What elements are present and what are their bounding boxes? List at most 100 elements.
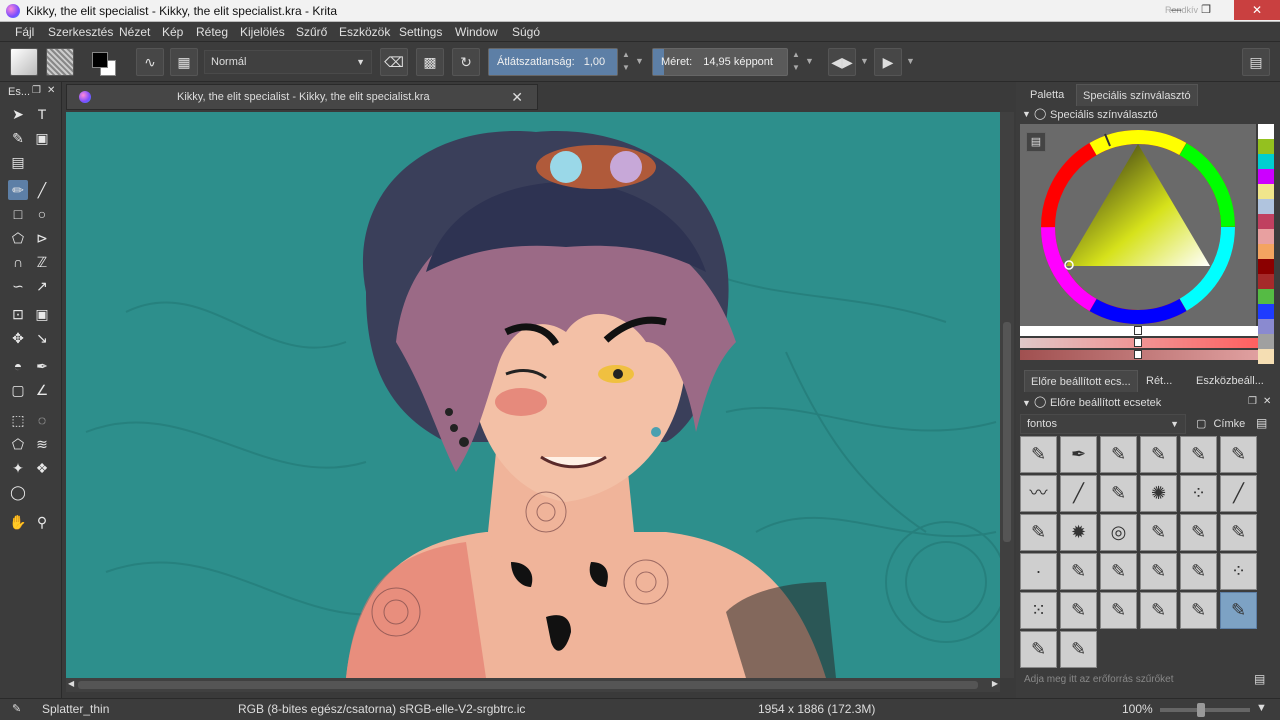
size-dropdown-icon[interactable]: ▼ — [805, 56, 814, 66]
canvas-horizontal-scrollbar[interactable]: ◀ ▶ — [66, 678, 1000, 692]
similar-selection-tool-icon[interactable]: ❖ — [32, 458, 52, 478]
current-brush-name[interactable]: Splatter_thin — [42, 702, 109, 716]
color-settings-icon[interactable]: ▤ — [1026, 132, 1046, 152]
bar-handle-2[interactable] — [1134, 338, 1142, 347]
measure-tool-icon[interactable]: ↘ — [32, 328, 52, 348]
dynamic-brush-tool-icon[interactable]: ∽ — [8, 276, 28, 296]
tab-layers[interactable]: Rét... — [1140, 370, 1178, 392]
menu-help[interactable]: Súgó — [512, 25, 540, 39]
gradient-preset-button[interactable] — [10, 48, 38, 76]
brush-preset-tile[interactable]: ✹ — [1060, 514, 1097, 551]
advanced-color-selector[interactable]: ▤ — [1020, 124, 1256, 334]
brush-preset-tile[interactable]: ╱ — [1220, 475, 1257, 512]
polygon-selection-tool-icon[interactable]: ⬠ — [8, 434, 28, 454]
menu-layer[interactable]: Réteg — [196, 25, 228, 39]
size-spin-buttons[interactable]: ▲ ▼ — [790, 48, 802, 76]
brush-preset-tile[interactable]: ✎ — [1100, 475, 1137, 512]
brush-preset-tile[interactable]: ✎ — [1220, 514, 1257, 551]
bezier-tool-icon[interactable]: ∩ — [8, 252, 28, 272]
color-dock-collapse-icon[interactable]: ▼ — [1022, 109, 1031, 119]
assistant-tool-icon[interactable]: ∠ — [32, 380, 52, 400]
fill-tool-icon[interactable]: ◓ — [8, 356, 28, 376]
brush-dock-float-icon[interactable]: ❐ — [1248, 396, 1257, 407]
brush-preset-tile[interactable]: · — [1020, 553, 1057, 590]
move-tool-icon[interactable]: ✥ — [8, 328, 28, 348]
palette-swatch[interactable] — [1258, 139, 1274, 154]
brush-preset-tile[interactable]: ✎ — [1140, 436, 1177, 473]
brush-preset-tile[interactable]: ✎ — [1180, 592, 1217, 629]
reload-preset-icon[interactable]: ↻ — [452, 48, 480, 76]
freehand-brush-tool-icon[interactable]: ✏ — [8, 180, 28, 200]
menu-tools[interactable]: Eszközök — [339, 25, 390, 39]
horizontal-scroll-thumb[interactable] — [78, 681, 978, 689]
menu-image[interactable]: Kép — [162, 25, 183, 39]
scroll-left-icon[interactable]: ◀ — [68, 679, 74, 688]
opacity-spin-buttons[interactable]: ▲ ▼ — [620, 48, 632, 76]
palette-swatch[interactable] — [1258, 259, 1274, 274]
palette-swatch[interactable] — [1258, 214, 1274, 229]
brush-preset-tile[interactable]: ✎ — [1060, 592, 1097, 629]
canvas-vertical-scrollbar[interactable] — [1000, 112, 1014, 678]
workspace-switcher-icon[interactable]: ▤ — [1242, 48, 1270, 76]
brush-preset-tile[interactable]: ✎ — [1140, 514, 1177, 551]
menu-settings[interactable]: Settings — [399, 25, 442, 39]
tab-brush-presets[interactable]: Előre beállított ecs... — [1024, 370, 1138, 392]
polygon-tool-icon[interactable]: ⬠ — [8, 228, 28, 248]
brush-preset-tile[interactable]: ✎ — [1180, 436, 1217, 473]
color-history-bars[interactable] — [1020, 326, 1258, 360]
zoom-tool-icon[interactable]: ⚲ — [32, 512, 52, 532]
minimize-button[interactable]: — — [1162, 0, 1190, 20]
brush-preset-tile[interactable]: ✎ — [1140, 553, 1177, 590]
close-tab-icon[interactable]: ✕ — [511, 89, 523, 106]
restore-button[interactable]: ❐ — [1192, 0, 1220, 20]
brush-preset-tile[interactable]: ✒ — [1060, 436, 1097, 473]
brush-preset-tile[interactable]: ⁙ — [1020, 592, 1057, 629]
scroll-right-icon[interactable]: ▶ — [992, 679, 998, 688]
brush-dock-close-icon[interactable]: ✕ — [1263, 396, 1271, 407]
mirror-h-dropdown-icon[interactable]: ▼ — [860, 56, 869, 66]
brush-preset-tile[interactable]: ✺ — [1140, 475, 1177, 512]
zoom-slider-thumb[interactable] — [1196, 703, 1205, 717]
size-slider[interactable]: Méret: 14,95 képpont — [652, 48, 788, 76]
menu-select[interactable]: Kijelölés — [240, 25, 285, 39]
mirror-v-dropdown-icon[interactable]: ▼ — [906, 56, 915, 66]
color-swatch-button[interactable] — [88, 48, 120, 78]
transform-tool-icon[interactable]: ▣ — [32, 304, 52, 324]
palette-swatch[interactable] — [1258, 154, 1274, 169]
brush-preset-tile[interactable]: ⁘ — [1220, 553, 1257, 590]
bezier-selection-tool-icon[interactable]: ◯ — [8, 482, 28, 502]
palette-swatch[interactable] — [1258, 334, 1274, 349]
palette-swatch[interactable] — [1258, 169, 1274, 184]
pan-tool-icon[interactable]: ✋ — [8, 512, 28, 532]
brush-preset-tile[interactable]: ✎ — [1220, 436, 1257, 473]
brush-preset-tile[interactable]: ✎ — [1220, 592, 1257, 629]
brush-dock-collapse-icon[interactable]: ▼ — [1022, 398, 1031, 408]
tab-palette[interactable]: Paletta — [1024, 84, 1070, 106]
brush-presets-icon[interactable]: ▦ — [170, 48, 198, 76]
brush-preset-tile[interactable]: ✎ — [1140, 592, 1177, 629]
brush-preset-tile[interactable]: ✎ — [1060, 553, 1097, 590]
close-window-button[interactable]: ✕ — [1234, 0, 1280, 20]
menu-window[interactable]: Window — [455, 25, 498, 39]
palette-swatch[interactable] — [1258, 244, 1274, 259]
brush-preset-tile[interactable]: ⁘ — [1180, 475, 1217, 512]
line-tool-icon[interactable]: ╱ — [32, 180, 52, 200]
tag-button[interactable]: ▢ Címke — [1190, 414, 1250, 434]
color-dock-lock-icon[interactable]: ◯ — [1034, 107, 1046, 120]
brush-dock-lock-icon[interactable]: ◯ — [1034, 395, 1046, 408]
zoom-slider[interactable] — [1160, 703, 1250, 717]
brush-preset-tile[interactable]: ✎ — [1020, 514, 1057, 551]
brush-preset-tile[interactable]: ✎ — [1020, 436, 1057, 473]
brush-preset-tile[interactable]: ╱ — [1060, 475, 1097, 512]
contiguous-selection-tool-icon[interactable]: ✦ — [8, 458, 28, 478]
rectangle-tool-icon[interactable]: □ — [8, 204, 28, 224]
vertical-scroll-thumb[interactable] — [1003, 322, 1011, 542]
tab-tool-options[interactable]: Eszközbeáll... — [1190, 370, 1270, 392]
palette-swatch[interactable] — [1258, 229, 1274, 244]
crop-tool-icon[interactable]: ⊡ — [8, 304, 28, 324]
brush-preset-tile[interactable]: ✎ — [1180, 514, 1217, 551]
pattern-edit-tool-icon[interactable]: ▤ — [8, 152, 28, 172]
brush-view-mode-icon[interactable]: ▤ — [1256, 416, 1267, 430]
edit-shapes-tool-icon[interactable]: ✎ — [8, 128, 28, 148]
tab-advanced-color-selector[interactable]: Speciális színválasztó — [1076, 84, 1198, 106]
